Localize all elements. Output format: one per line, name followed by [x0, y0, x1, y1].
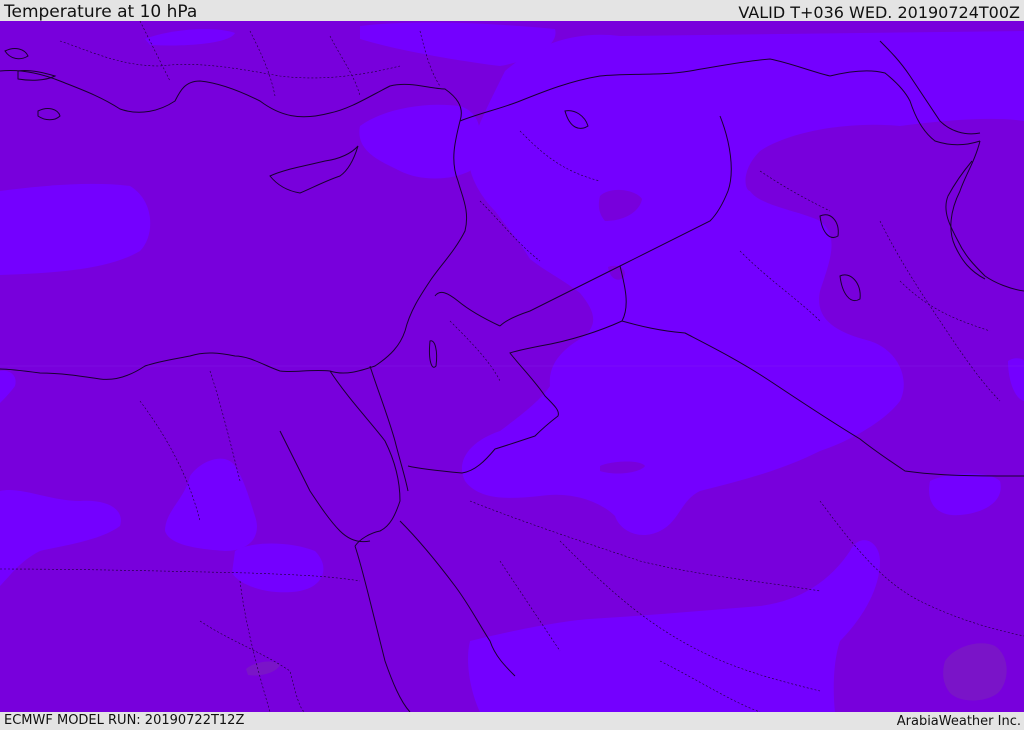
- footer-bar: ECMWF MODEL RUN: 20190722T12Z ArabiaWeat…: [0, 712, 1024, 729]
- map-title: Temperature at 10 hPa: [4, 2, 198, 22]
- credit-label: ArabiaWeather Inc.: [896, 714, 1021, 729]
- map-viewer: Temperature at 10 hPa VALID T+036 WED. 2…: [0, 0, 1024, 729]
- header-bar: Temperature at 10 hPa VALID T+036 WED. 2…: [0, 0, 1024, 22]
- model-run: ECMWF MODEL RUN: 20190722T12Z: [4, 713, 245, 728]
- valid-time: VALID T+036 WED. 20190724T00Z: [738, 3, 1020, 22]
- weather-map[interactable]: [0, 21, 1024, 712]
